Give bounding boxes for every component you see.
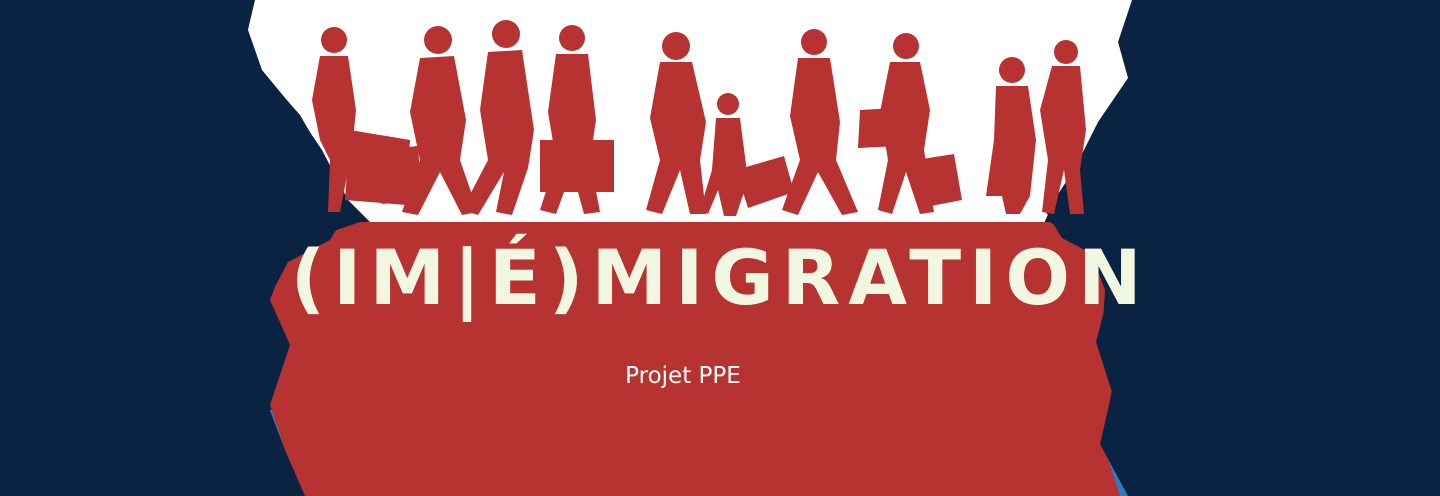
banner: (IM|É)MIGRATION Projet PPE: [0, 0, 1440, 496]
subtitle: Projet PPE: [625, 363, 741, 389]
page-title: (IM|É)MIGRATION: [290, 233, 1150, 322]
